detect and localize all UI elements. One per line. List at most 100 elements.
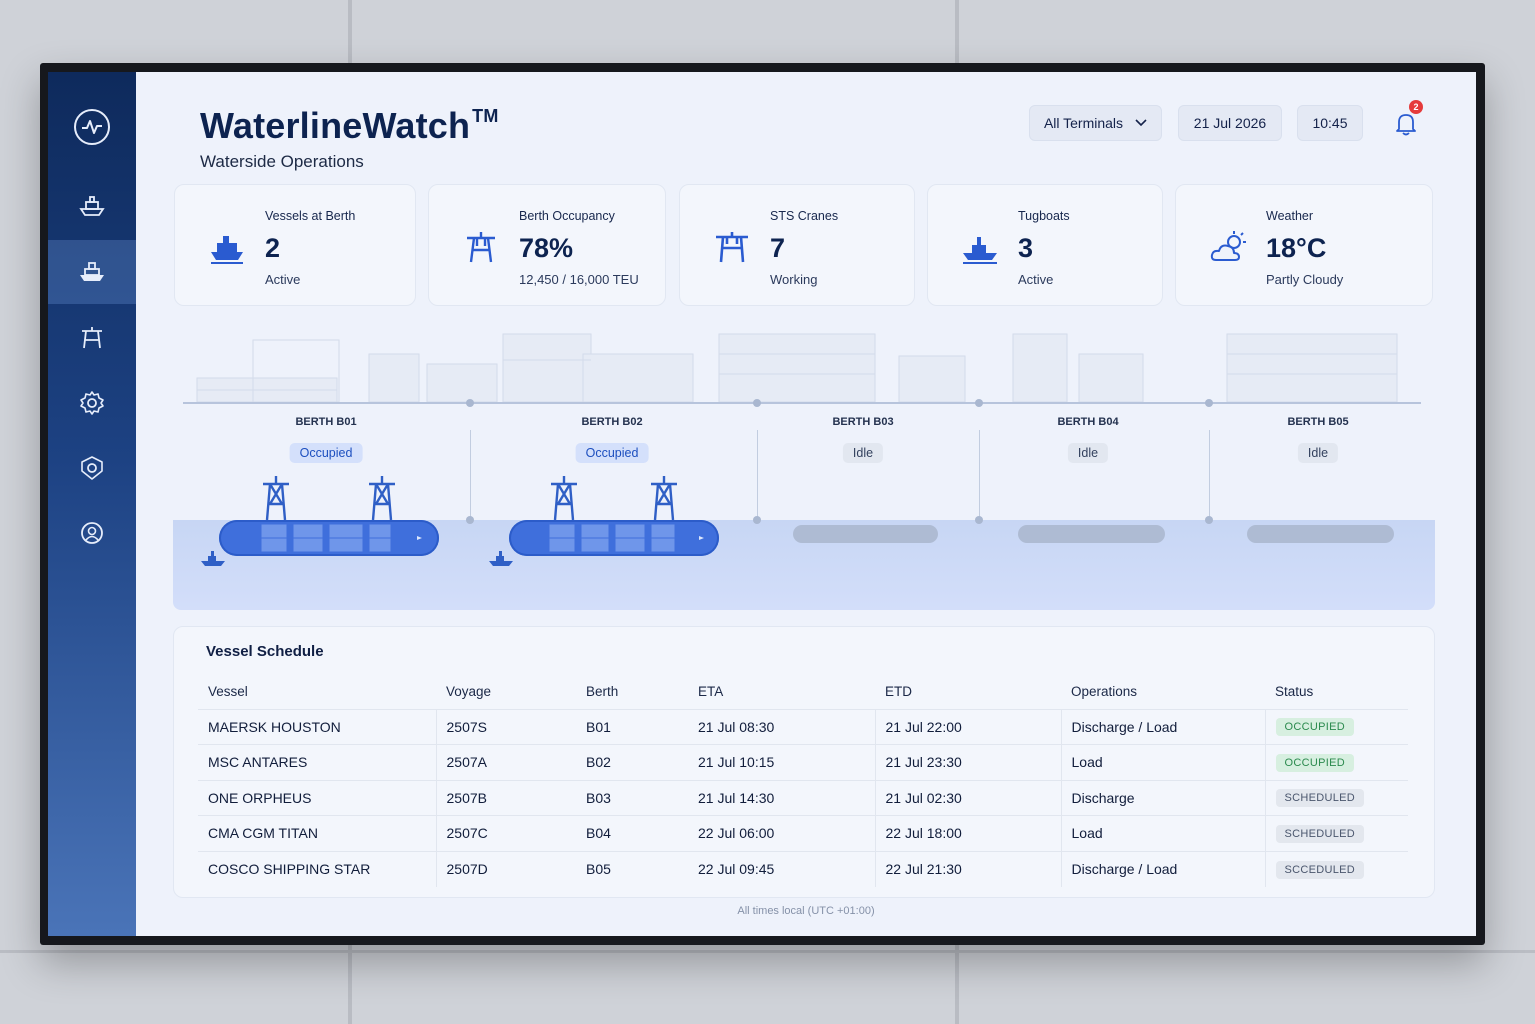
sidebar-item-vessels[interactable] bbox=[48, 240, 136, 304]
date-display[interactable]: 21 Jul 2026 bbox=[1178, 105, 1282, 141]
cell-operations: Discharge bbox=[1060, 779, 1265, 816]
terminal-skyline bbox=[196, 333, 1398, 403]
status-badge: SCHEDULED bbox=[1275, 824, 1365, 843]
berth-status-badge[interactable]: Idle bbox=[1067, 443, 1109, 463]
table-row[interactable]: MAERSK HOUSTON 2507S B01 21 Jul 08:30 21… bbox=[198, 708, 1408, 745]
kpi-sub: Active bbox=[265, 272, 301, 287]
quay-node bbox=[975, 399, 983, 407]
vessel-berth-b02[interactable] bbox=[509, 520, 719, 556]
kpi-card-weather[interactable]: Weather 18°C Partly Cloudy bbox=[1175, 184, 1433, 306]
column-header[interactable]: Vessel bbox=[198, 675, 436, 709]
quay-node bbox=[975, 516, 983, 524]
column-header[interactable]: Operations bbox=[1061, 675, 1265, 709]
berth-divider bbox=[979, 430, 980, 522]
column-header[interactable]: Status bbox=[1265, 675, 1408, 709]
quay-node bbox=[466, 399, 474, 407]
cell-eta: 22 Jul 09:45 bbox=[688, 850, 875, 887]
berth-label-b03: BERTH B03 bbox=[832, 416, 894, 428]
sts-crane-icon bbox=[716, 232, 748, 263]
sidebar-item-cranes[interactable] bbox=[48, 306, 136, 370]
cell-vessel: CMA CGM TITAN bbox=[198, 815, 436, 851]
kpi-value: 18°C bbox=[1266, 233, 1327, 263]
main-area: WaterlineWatch TM Waterside Operations Al… bbox=[136, 72, 1476, 936]
terminal-filter-dropdown[interactable]: All Terminals bbox=[1029, 105, 1162, 141]
quay-node bbox=[753, 399, 761, 407]
app-logo-icon[interactable] bbox=[74, 109, 110, 145]
table-row[interactable]: ONE ORPHEUS 2507B B03 21 Jul 14:30 21 Ju… bbox=[198, 779, 1408, 816]
kpi-card-vessels[interactable]: Vessels at Berth 2 Active bbox=[174, 184, 416, 306]
table-row[interactable]: CMA CGM TITAN 2507C B04 22 Jul 06:00 22 … bbox=[198, 815, 1408, 851]
cell-etd: 22 Jul 21:30 bbox=[874, 850, 1061, 887]
settings-shield-icon bbox=[81, 456, 103, 480]
column-header[interactable]: ETA bbox=[688, 675, 875, 709]
cell-eta: 21 Jul 08:30 bbox=[688, 708, 875, 745]
kpi-label: Berth Occupancy bbox=[519, 209, 615, 223]
column-header[interactable]: ETD bbox=[875, 675, 1061, 709]
status-badge: OCCUPIED bbox=[1275, 718, 1354, 737]
cell-berth: B03 bbox=[576, 779, 688, 816]
vessel-schedule-panel: Vessel Schedule Vessel Voyage Berth ETA … bbox=[173, 626, 1435, 898]
cell-operations: Load bbox=[1060, 815, 1265, 851]
berth-status-badge[interactable]: Occupied bbox=[575, 443, 649, 463]
cell-voyage: 2507A bbox=[435, 744, 576, 780]
crane-icon bbox=[82, 327, 102, 349]
cell-berth: B01 bbox=[576, 708, 688, 745]
berth-status-badge[interactable]: Idle bbox=[1297, 443, 1339, 463]
cell-vessel: COSCO SHIPPING STAR bbox=[198, 850, 436, 887]
tv-frame: WaterlineWatch TM Waterside Operations Al… bbox=[40, 63, 1485, 945]
kpi-value: 78% bbox=[519, 233, 574, 263]
kpi-sub: Active bbox=[1018, 272, 1054, 287]
kpi-card-cranes[interactable]: STS Cranes 7 Working bbox=[679, 184, 915, 306]
kpi-value: 2 bbox=[265, 233, 281, 263]
container-stack bbox=[548, 523, 704, 553]
tugboat-icon bbox=[201, 551, 225, 566]
cell-eta: 21 Jul 14:30 bbox=[688, 779, 875, 816]
kpi-sub: Partly Cloudy bbox=[1266, 272, 1344, 287]
crane-icon bbox=[467, 232, 495, 263]
cell-status: SCHEDULED bbox=[1264, 815, 1408, 851]
berth-label-b01: BERTH B01 bbox=[295, 416, 357, 428]
cell-etd: 22 Jul 18:00 bbox=[874, 815, 1061, 851]
berth-divider bbox=[1209, 430, 1210, 522]
ship-icon bbox=[79, 196, 105, 216]
notification-badge: 2 bbox=[1409, 100, 1423, 114]
quay-node bbox=[1205, 399, 1213, 407]
cell-voyage: 2507B bbox=[435, 779, 576, 816]
kpi-card-occupancy[interactable]: Berth Occupancy 78% 12,450 / 16,000 TEU bbox=[428, 184, 666, 306]
cell-etd: 21 Jul 23:30 bbox=[874, 744, 1061, 780]
vessel-berth-b01[interactable] bbox=[219, 520, 439, 556]
timezone-footnote: All times local (UTC +01:00) bbox=[737, 905, 875, 917]
column-header[interactable]: Berth bbox=[576, 675, 688, 709]
vessel-icon bbox=[80, 262, 104, 281]
kpi-card-tugboats[interactable]: Tugboats 3 Active bbox=[927, 184, 1163, 306]
table-header-row: Vessel Voyage Berth ETA ETD Operations S… bbox=[198, 675, 1408, 709]
ship-icon bbox=[211, 236, 243, 264]
sidebar-item-support[interactable] bbox=[48, 501, 136, 565]
berth-status-badge[interactable]: Idle bbox=[842, 443, 884, 463]
table-row[interactable]: MSC ANTARES 2507A B02 21 Jul 10:15 21 Ju… bbox=[198, 744, 1408, 780]
berth-status-badge[interactable]: Occupied bbox=[289, 443, 363, 463]
berth-map: BERTH B01 BERTH B02 BERTH B03 BERTH B04 … bbox=[173, 330, 1435, 612]
cell-berth: B04 bbox=[576, 815, 688, 851]
cell-vessel: MAERSK HOUSTON bbox=[198, 708, 436, 745]
kpi-sub: 12,450 / 16,000 TEU bbox=[519, 272, 639, 287]
cell-status: SCCEDULED bbox=[1264, 850, 1408, 887]
table-row[interactable]: COSCO SHIPPING STAR 2507D B05 22 Jul 09:… bbox=[198, 850, 1408, 887]
cell-etd: 21 Jul 22:00 bbox=[874, 708, 1061, 745]
cell-eta: 21 Jul 10:15 bbox=[688, 744, 875, 780]
cell-operations: Discharge / Load bbox=[1060, 708, 1265, 745]
cell-operations: Discharge / Load bbox=[1060, 850, 1265, 887]
kpi-value: 3 bbox=[1018, 233, 1034, 263]
cell-status: SCHEDULED bbox=[1264, 779, 1408, 816]
time-display[interactable]: 10:45 bbox=[1297, 105, 1363, 141]
quay-node bbox=[1205, 516, 1213, 524]
sidebar-item-security[interactable] bbox=[48, 436, 136, 500]
sidebar-item-settings[interactable] bbox=[48, 371, 136, 435]
sidebar-item-ships[interactable] bbox=[48, 174, 136, 238]
terminal-filter-label: All Terminals bbox=[1043, 115, 1124, 131]
vessel-schedule-table: Vessel Voyage Berth ETA ETD Operations S… bbox=[198, 675, 1408, 887]
cell-status: OCCUPIED bbox=[1264, 708, 1408, 745]
column-header[interactable]: Voyage bbox=[436, 675, 576, 709]
kpi-label: STS Cranes bbox=[770, 209, 839, 223]
app-title: WaterlineWatch TM bbox=[200, 105, 499, 146]
